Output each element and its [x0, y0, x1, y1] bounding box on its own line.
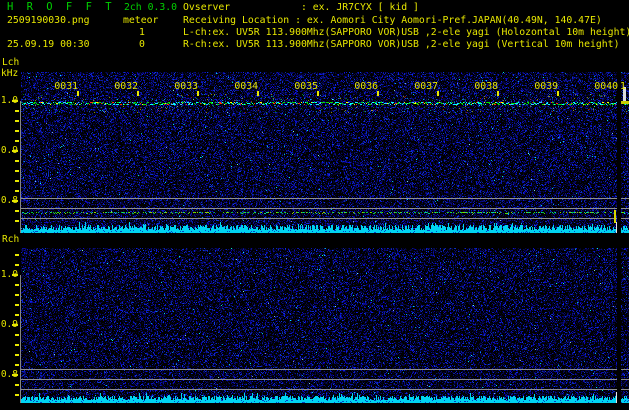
time-label: 0039 [532, 81, 558, 92]
rch-freq-minor-tick [15, 334, 19, 336]
lch-freq-minor-tick [15, 110, 19, 112]
time-tick [497, 91, 499, 96]
time-tick [137, 91, 139, 96]
observer-line: Ovserver : ex. JR7CYX [ kid ] [183, 2, 419, 13]
time-label: 0034 [232, 81, 258, 92]
rch-freq-minor-tick [15, 264, 19, 266]
rch-freq-minor-tick [15, 344, 19, 346]
rch-freq-minor-tick [15, 364, 19, 366]
time-tick [317, 91, 319, 96]
time-tick [197, 91, 199, 96]
rch-freq-minor-tick [15, 304, 19, 306]
time-label: 0035 [292, 81, 318, 92]
lch-freq-minor-tick [15, 140, 19, 142]
mode-label: meteor [123, 15, 158, 26]
time-label: 0032 [112, 81, 138, 92]
lch-axis-line [20, 101, 21, 233]
lch-config-line: L-ch:ex. UV5R 113.900Mhz(SAPPORO VOR)USB… [183, 27, 629, 38]
rch-freq-minor-tick [15, 384, 19, 386]
lch-freq-minor-tick [15, 120, 19, 122]
lch-freq-minor-tick [15, 210, 19, 212]
lch-freq-major-tick [12, 100, 18, 102]
time-label: 0033 [172, 81, 198, 92]
rch-config-line: R-ch:ex. UV5R 113.900Mhz(SAPPORO VOR)USB… [183, 39, 619, 50]
rch-freq-major-tick [12, 324, 18, 326]
location-line: Receiving Location : ex. Aomori City Aom… [183, 15, 602, 26]
record-datetime: 25.09.19 00:30 [7, 39, 90, 50]
time-tick [77, 91, 79, 96]
output-filename: 2509190030.png [7, 15, 90, 26]
rch-axis-label: Rch [2, 234, 19, 245]
rch-freq-major-tick [12, 374, 18, 376]
partial-time-label: 1 [620, 81, 626, 92]
lch-axis-label: Lch [2, 57, 19, 68]
lch-freq-minor-tick [15, 190, 19, 192]
time-label: 0040 [592, 81, 618, 92]
rch-freq-minor-tick [15, 354, 19, 356]
rch-freq-minor-tick [15, 284, 19, 286]
rch-freq-minor-tick [15, 294, 19, 296]
hrofft-window: H R O F F T 2ch 0.3.0 2509190030.png met… [0, 0, 629, 410]
time-tick [377, 91, 379, 96]
lch-freq-major-tick [12, 200, 18, 202]
meteor-count-lch: 1 [139, 27, 145, 38]
lch-freq-major-tick [12, 150, 18, 152]
app-title: H R O F F T [7, 2, 115, 13]
time-tick [437, 91, 439, 96]
lch-freq-minor-tick [15, 170, 19, 172]
time-tick [257, 91, 259, 96]
time-label: 0036 [352, 81, 378, 92]
lch-freq-minor-tick [15, 180, 19, 182]
lch-spectrogram-canvas [21, 72, 629, 233]
time-label: 0038 [472, 81, 498, 92]
rch-spectrogram-canvas [21, 248, 629, 403]
rch-freq-minor-tick [15, 314, 19, 316]
time-label: 0037 [412, 81, 438, 92]
lch-freq-minor-tick [15, 220, 19, 222]
lch-freq-minor-tick [15, 160, 19, 162]
time-label: 0031 [52, 81, 78, 92]
meteor-count-rch: 0 [139, 39, 145, 50]
rch-axis-line [20, 275, 21, 403]
lch-freq-minor-tick [15, 130, 19, 132]
rch-freq-major-tick [12, 274, 18, 276]
rch-freq-minor-tick [15, 254, 19, 256]
app-version: 2ch 0.3.0 [124, 2, 177, 13]
khz-unit-label: kHz [1, 68, 18, 79]
time-tick [557, 91, 559, 96]
rch-freq-minor-tick [15, 394, 19, 396]
